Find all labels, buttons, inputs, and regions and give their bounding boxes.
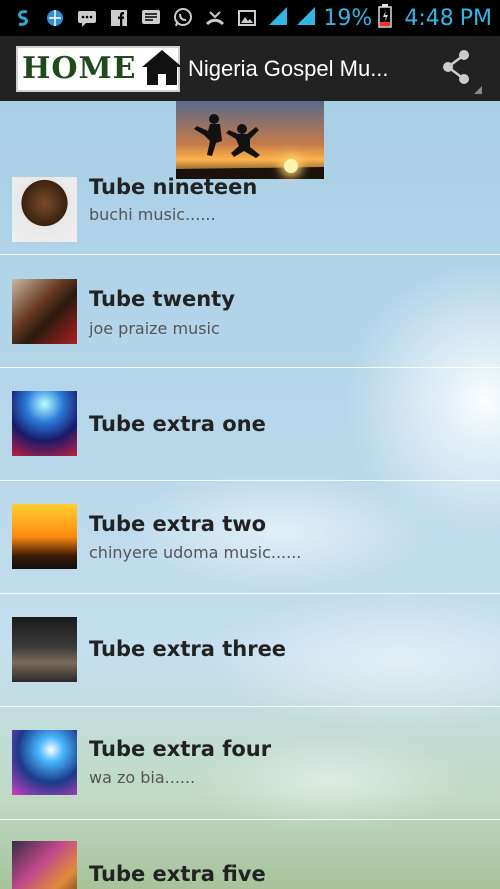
thumbnail-image [12, 617, 77, 682]
missed-call-icon [204, 7, 226, 29]
system-status: 19% 4:48 PM [267, 4, 500, 32]
list-item-2[interactable]: Tube twenty joe praize music [0, 255, 500, 368]
thumbnail-image [12, 504, 77, 569]
item-title: Tube extra three [89, 637, 287, 661]
clock: 4:48 [404, 5, 454, 31]
thumbnail-image [12, 391, 77, 456]
home-button[interactable]: HOME [16, 45, 182, 92]
whatsapp-icon [172, 7, 194, 29]
item-subtitle: chinyere udoma music...... [89, 543, 302, 562]
signal-icon-2 [295, 5, 317, 31]
banner-image [176, 101, 324, 179]
item-subtitle: wa zo bia...... [89, 768, 196, 787]
item-title: Tube twenty [89, 287, 235, 311]
item-title: Tube extra one [89, 412, 266, 436]
list-item-5[interactable]: Tube extra three [0, 594, 500, 707]
thumbnail-image [12, 841, 77, 889]
message-icon [140, 7, 162, 29]
sms-icon [76, 7, 98, 29]
thumbnail-image [12, 730, 77, 795]
facebook-icon [108, 7, 130, 29]
image-icon [236, 7, 258, 29]
list-item-7[interactable]: Tube extra five [0, 820, 500, 889]
home-label: HOME [22, 51, 137, 86]
content-area: Tube nineteen buchi music...... Tube twe… [0, 101, 500, 889]
action-bar: HOME Nigeria Gospel Mu... [0, 36, 500, 101]
item-subtitle: buchi music...... [89, 205, 216, 224]
thumbnail-image [12, 177, 77, 242]
list-item-6[interactable]: Tube extra four wa zo bia...... [0, 707, 500, 820]
thumbnail-image [12, 279, 77, 344]
sun-graphic [284, 159, 298, 173]
item-subtitle: joe praize music [89, 319, 220, 338]
battery-percent: 19% [323, 5, 373, 31]
item-title: Tube extra five [89, 862, 266, 886]
notification-icons [0, 7, 258, 29]
globe-icon [44, 7, 66, 29]
signal-icon [267, 5, 289, 31]
status-bar: 19% 4:48 PM [0, 0, 500, 36]
clock-ampm: PM [459, 5, 492, 31]
share-icon [438, 49, 484, 98]
list-item-3[interactable]: Tube extra one [0, 368, 500, 481]
swirl-icon [12, 7, 34, 29]
item-title: Tube extra four [89, 737, 272, 761]
item-title: Tube extra two [89, 512, 267, 536]
share-button[interactable] [438, 44, 484, 94]
app-title: Nigeria Gospel Mu... [188, 55, 389, 81]
battery-icon [378, 4, 393, 32]
house-icon [139, 47, 185, 91]
list-item-4[interactable]: Tube extra two chinyere udoma music.....… [0, 481, 500, 594]
